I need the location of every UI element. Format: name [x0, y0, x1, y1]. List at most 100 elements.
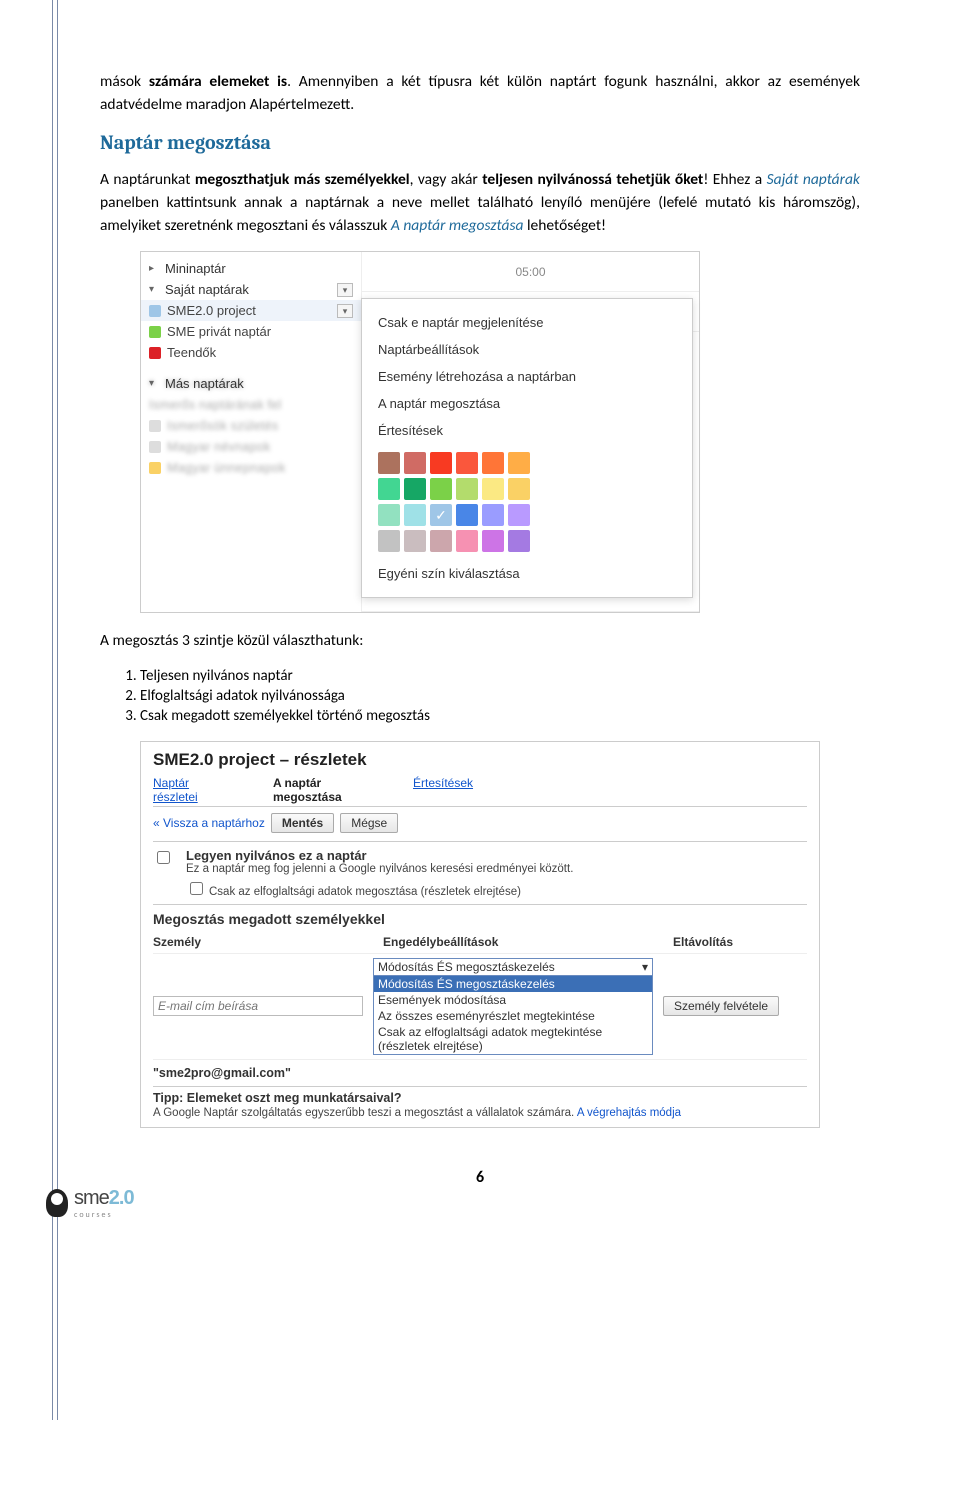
- color-swatch[interactable]: [404, 504, 426, 526]
- color-swatch[interactable]: [456, 452, 478, 474]
- color-swatch[interactable]: [378, 478, 400, 500]
- text-italic: Saját naptárak: [767, 170, 860, 189]
- share-levels-list: Teljesen nyilvános naptár Elfoglaltsági …: [122, 667, 860, 725]
- logo-icon: [46, 1189, 68, 1217]
- share-table-header: Személy Engedélybeállítások Eltávolítás: [153, 931, 807, 953]
- logo-text: sme2.0: [74, 1187, 134, 1210]
- menu-item-create-event[interactable]: Esemény létrehozása a naptárban: [376, 363, 678, 390]
- label: SME privát naptár: [167, 324, 271, 339]
- time-slot: 05:00: [361, 252, 699, 292]
- tab-calendar-details[interactable]: Naptár részletei: [153, 776, 233, 804]
- public-heading: Legyen nyilvános ez a naptár: [186, 848, 573, 863]
- color-swatch[interactable]: [430, 452, 452, 474]
- other-calendar-item: Ismerősök születés: [141, 415, 361, 436]
- color-swatch[interactable]: [430, 478, 452, 500]
- color-swatch[interactable]: [508, 504, 530, 526]
- save-button[interactable]: Mentés: [271, 813, 334, 833]
- select-option[interactable]: Események módosítása: [374, 992, 652, 1008]
- color-swatch[interactable]: [456, 530, 478, 552]
- body-paragraph-1: mások számára elemeket is. Amennyiben a …: [100, 70, 860, 117]
- sidebar-section-own-calendars[interactable]: ▾ Saját naptárak ▾: [141, 279, 361, 300]
- sidebar-section-mininaptar[interactable]: ▸ Mininaptár: [141, 258, 361, 279]
- text: , vagy akár: [410, 170, 483, 189]
- dropdown-icon[interactable]: ▾: [337, 304, 353, 318]
- color-swatch[interactable]: [404, 478, 426, 500]
- col-remove: Eltávolítás: [673, 935, 807, 949]
- calendar-item-teendok[interactable]: Teendők: [141, 342, 361, 363]
- text-bold: számára elemeket is: [149, 72, 287, 91]
- color-swatch[interactable]: [482, 504, 504, 526]
- menu-item-custom-color[interactable]: Egyéni szín kiválasztása: [376, 560, 678, 587]
- cancel-button[interactable]: Mégse: [340, 813, 398, 833]
- select-option[interactable]: Csak az elfoglaltsági adatok megtekintés…: [374, 1024, 652, 1054]
- color-swatch[interactable]: [508, 478, 530, 500]
- color-swatch[interactable]: [430, 530, 452, 552]
- page-number: 6: [0, 1168, 960, 1187]
- tab-share-calendar[interactable]: A naptár megosztása: [273, 776, 373, 804]
- list-item: Teljesen nyilvános naptár: [140, 667, 860, 685]
- menu-item-settings[interactable]: Naptárbeállítások: [376, 336, 678, 363]
- color-swatch[interactable]: [482, 530, 504, 552]
- color-swatch-icon: [149, 347, 161, 359]
- dropdown-icon[interactable]: ▾: [337, 283, 353, 297]
- select-option[interactable]: Az összes eseményrészlet megtekintése: [374, 1008, 652, 1024]
- logo-subtext: courses: [74, 1210, 134, 1220]
- color-swatch[interactable]: [404, 530, 426, 552]
- public-checkbox[interactable]: [157, 851, 170, 864]
- color-swatch[interactable]: [508, 452, 530, 474]
- public-subtext: Ez a naptár meg fog jelenni a Google nyi…: [186, 863, 573, 875]
- permission-select[interactable]: Módosítás ÉS megosztáskezelés▾ Módosítás…: [373, 958, 653, 1055]
- color-swatch[interactable]: [456, 478, 478, 500]
- color-swatch[interactable]: [508, 530, 530, 552]
- menu-item-notifications[interactable]: Értesítések: [376, 417, 678, 444]
- color-swatch[interactable]: [456, 504, 478, 526]
- busy-only-label: Csak az elfoglaltsági adatok megosztása …: [209, 886, 521, 898]
- page-footer: sme2.0 courses 6: [0, 1168, 960, 1228]
- label: Magyar névnapok: [167, 439, 270, 454]
- other-calendar-item: Magyar ünnepnapok: [141, 457, 361, 478]
- menu-item-show-only[interactable]: Csak e naptár megjelenítése: [376, 309, 678, 336]
- text: A naptárunkat: [100, 170, 195, 189]
- screenshot-calendar-share-menu: ▸ Mininaptár ▾ Saját naptárak ▾ SME2.0 p…: [140, 251, 700, 613]
- color-swatch[interactable]: ✓: [430, 504, 452, 526]
- tip-link[interactable]: A végrehajtás módja: [577, 1107, 681, 1119]
- chevron-down-icon: ▾: [149, 284, 159, 295]
- color-swatch-icon: [149, 305, 161, 317]
- chevron-right-icon: ▸: [149, 263, 159, 274]
- add-person-button[interactable]: Személy felvétele: [663, 996, 779, 1016]
- color-swatch-icon: [149, 420, 161, 432]
- settings-toolbar: « Vissza a naptárhoz Mentés Mégse: [153, 813, 807, 833]
- calendar-context-menu: Csak e naptár megjelenítése Naptárbeállí…: [361, 298, 693, 598]
- text-italic: A naptár megosztása: [391, 216, 524, 235]
- col-person: Személy: [153, 935, 373, 949]
- chevron-down-icon: ▾: [149, 378, 159, 389]
- select-option[interactable]: Módosítás ÉS megosztáskezelés: [374, 976, 652, 992]
- label: SME2.0 project: [167, 303, 256, 318]
- tip-heading: Tipp: Elemeket oszt meg munkatársaival?: [153, 1091, 401, 1105]
- body-paragraph-2: A naptárunkat megoszthatjuk más személye…: [100, 168, 860, 238]
- calendar-item-sme20[interactable]: SME2.0 project ▾: [141, 300, 361, 321]
- tab-notifications[interactable]: Értesítések: [413, 776, 473, 804]
- color-swatch[interactable]: [404, 452, 426, 474]
- color-swatch[interactable]: [378, 530, 400, 552]
- label: Ismerősök születés: [167, 418, 278, 433]
- color-swatch[interactable]: [378, 504, 400, 526]
- section-heading: Naptár megosztása: [100, 131, 860, 154]
- text: ! Ehhez a: [703, 170, 766, 189]
- calendar-item-sme-private[interactable]: SME privát naptár: [141, 321, 361, 342]
- color-swatch[interactable]: [482, 452, 504, 474]
- back-link[interactable]: « Vissza a naptárhoz: [153, 816, 265, 830]
- settings-tabs: Naptár részletei A naptár megosztása Ért…: [153, 776, 807, 807]
- text: lehetőséget!: [523, 216, 606, 235]
- menu-item-share-calendar[interactable]: A naptár megosztása: [376, 390, 678, 417]
- color-swatch[interactable]: [378, 452, 400, 474]
- label: Magyar ünnepnapok: [167, 460, 286, 475]
- settings-title: SME2.0 project – részletek: [153, 750, 807, 770]
- color-swatch[interactable]: [482, 478, 504, 500]
- tip-body: A Google Naptár szolgáltatás egyszerűbb …: [153, 1107, 577, 1119]
- dropdown-icon: ▾: [642, 960, 648, 974]
- busy-only-checkbox[interactable]: [190, 882, 203, 895]
- email-input[interactable]: [153, 996, 363, 1016]
- shared-person: "sme2pro@gmail.com": [153, 1066, 373, 1080]
- sidebar-section-other-calendars: ▾ Más naptárak: [141, 373, 361, 394]
